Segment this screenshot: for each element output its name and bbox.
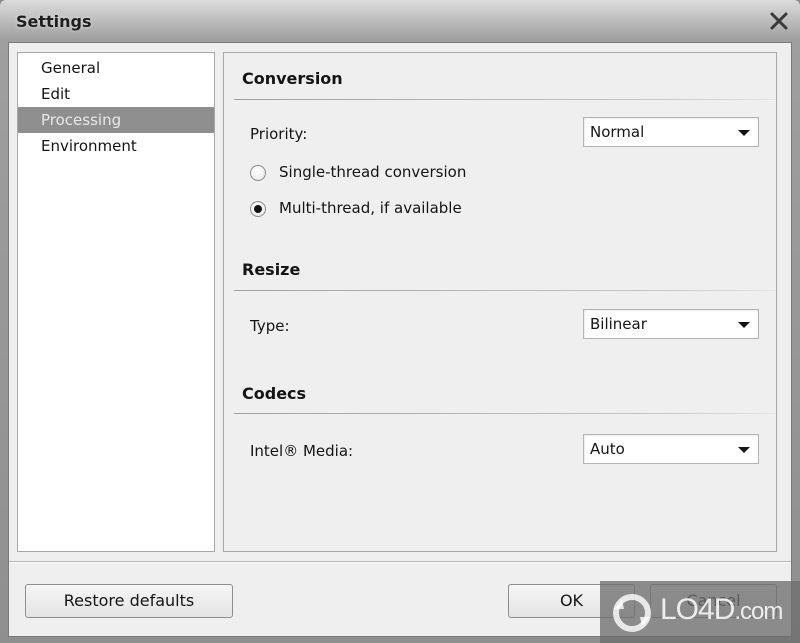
dialog-client: General Edit Processing Environment Conv… (8, 42, 792, 637)
chevron-down-icon (738, 322, 750, 328)
conversion-divider (234, 99, 776, 100)
codecs-divider (234, 413, 776, 414)
codecs-heading: Codecs (242, 384, 307, 403)
ok-button[interactable]: OK (508, 584, 635, 618)
radio-button-unchecked[interactable] (250, 165, 266, 181)
processing-panel: Conversion Priority: Normal Single-threa… (223, 52, 777, 552)
priority-dropdown[interactable]: Normal (583, 117, 759, 147)
footer-divider-highlight (9, 562, 791, 563)
intel-media-value: Auto (590, 440, 625, 458)
multi-thread-radio[interactable]: Multi-thread, if available (250, 199, 510, 221)
sidebar-item-processing[interactable]: Processing (18, 107, 214, 133)
window-title: Settings (16, 12, 92, 31)
sidebar-item-general[interactable]: General (18, 55, 214, 81)
cancel-button[interactable]: Cancel (650, 584, 777, 618)
sidebar-item-environment[interactable]: Environment (18, 133, 214, 159)
settings-category-list: General Edit Processing Environment (17, 52, 215, 552)
priority-value: Normal (590, 123, 645, 141)
priority-label: Priority: (250, 125, 308, 143)
resize-type-dropdown[interactable]: Bilinear (583, 309, 759, 339)
single-thread-label: Single-thread conversion (279, 163, 467, 181)
intel-media-dropdown[interactable]: Auto (583, 434, 759, 464)
title-bar[interactable]: Settings (0, 0, 800, 44)
resize-heading: Resize (242, 260, 301, 279)
chevron-down-icon (738, 447, 750, 453)
chevron-down-icon (738, 130, 750, 136)
intel-media-label: Intel® Media: (250, 442, 354, 460)
restore-defaults-button[interactable]: Restore defaults (25, 584, 233, 618)
multi-thread-label: Multi-thread, if available (279, 199, 462, 217)
close-icon (770, 12, 788, 30)
radio-button-checked[interactable] (250, 201, 266, 217)
sidebar-item-edit[interactable]: Edit (18, 81, 214, 107)
close-button[interactable] (768, 10, 790, 32)
resize-type-value: Bilinear (590, 315, 647, 333)
single-thread-radio[interactable]: Single-thread conversion (250, 163, 510, 185)
type-label: Type: (250, 317, 290, 335)
settings-window: Settings General Edit Processing Environ… (0, 0, 800, 643)
resize-divider (234, 290, 776, 291)
conversion-heading: Conversion (242, 69, 343, 88)
